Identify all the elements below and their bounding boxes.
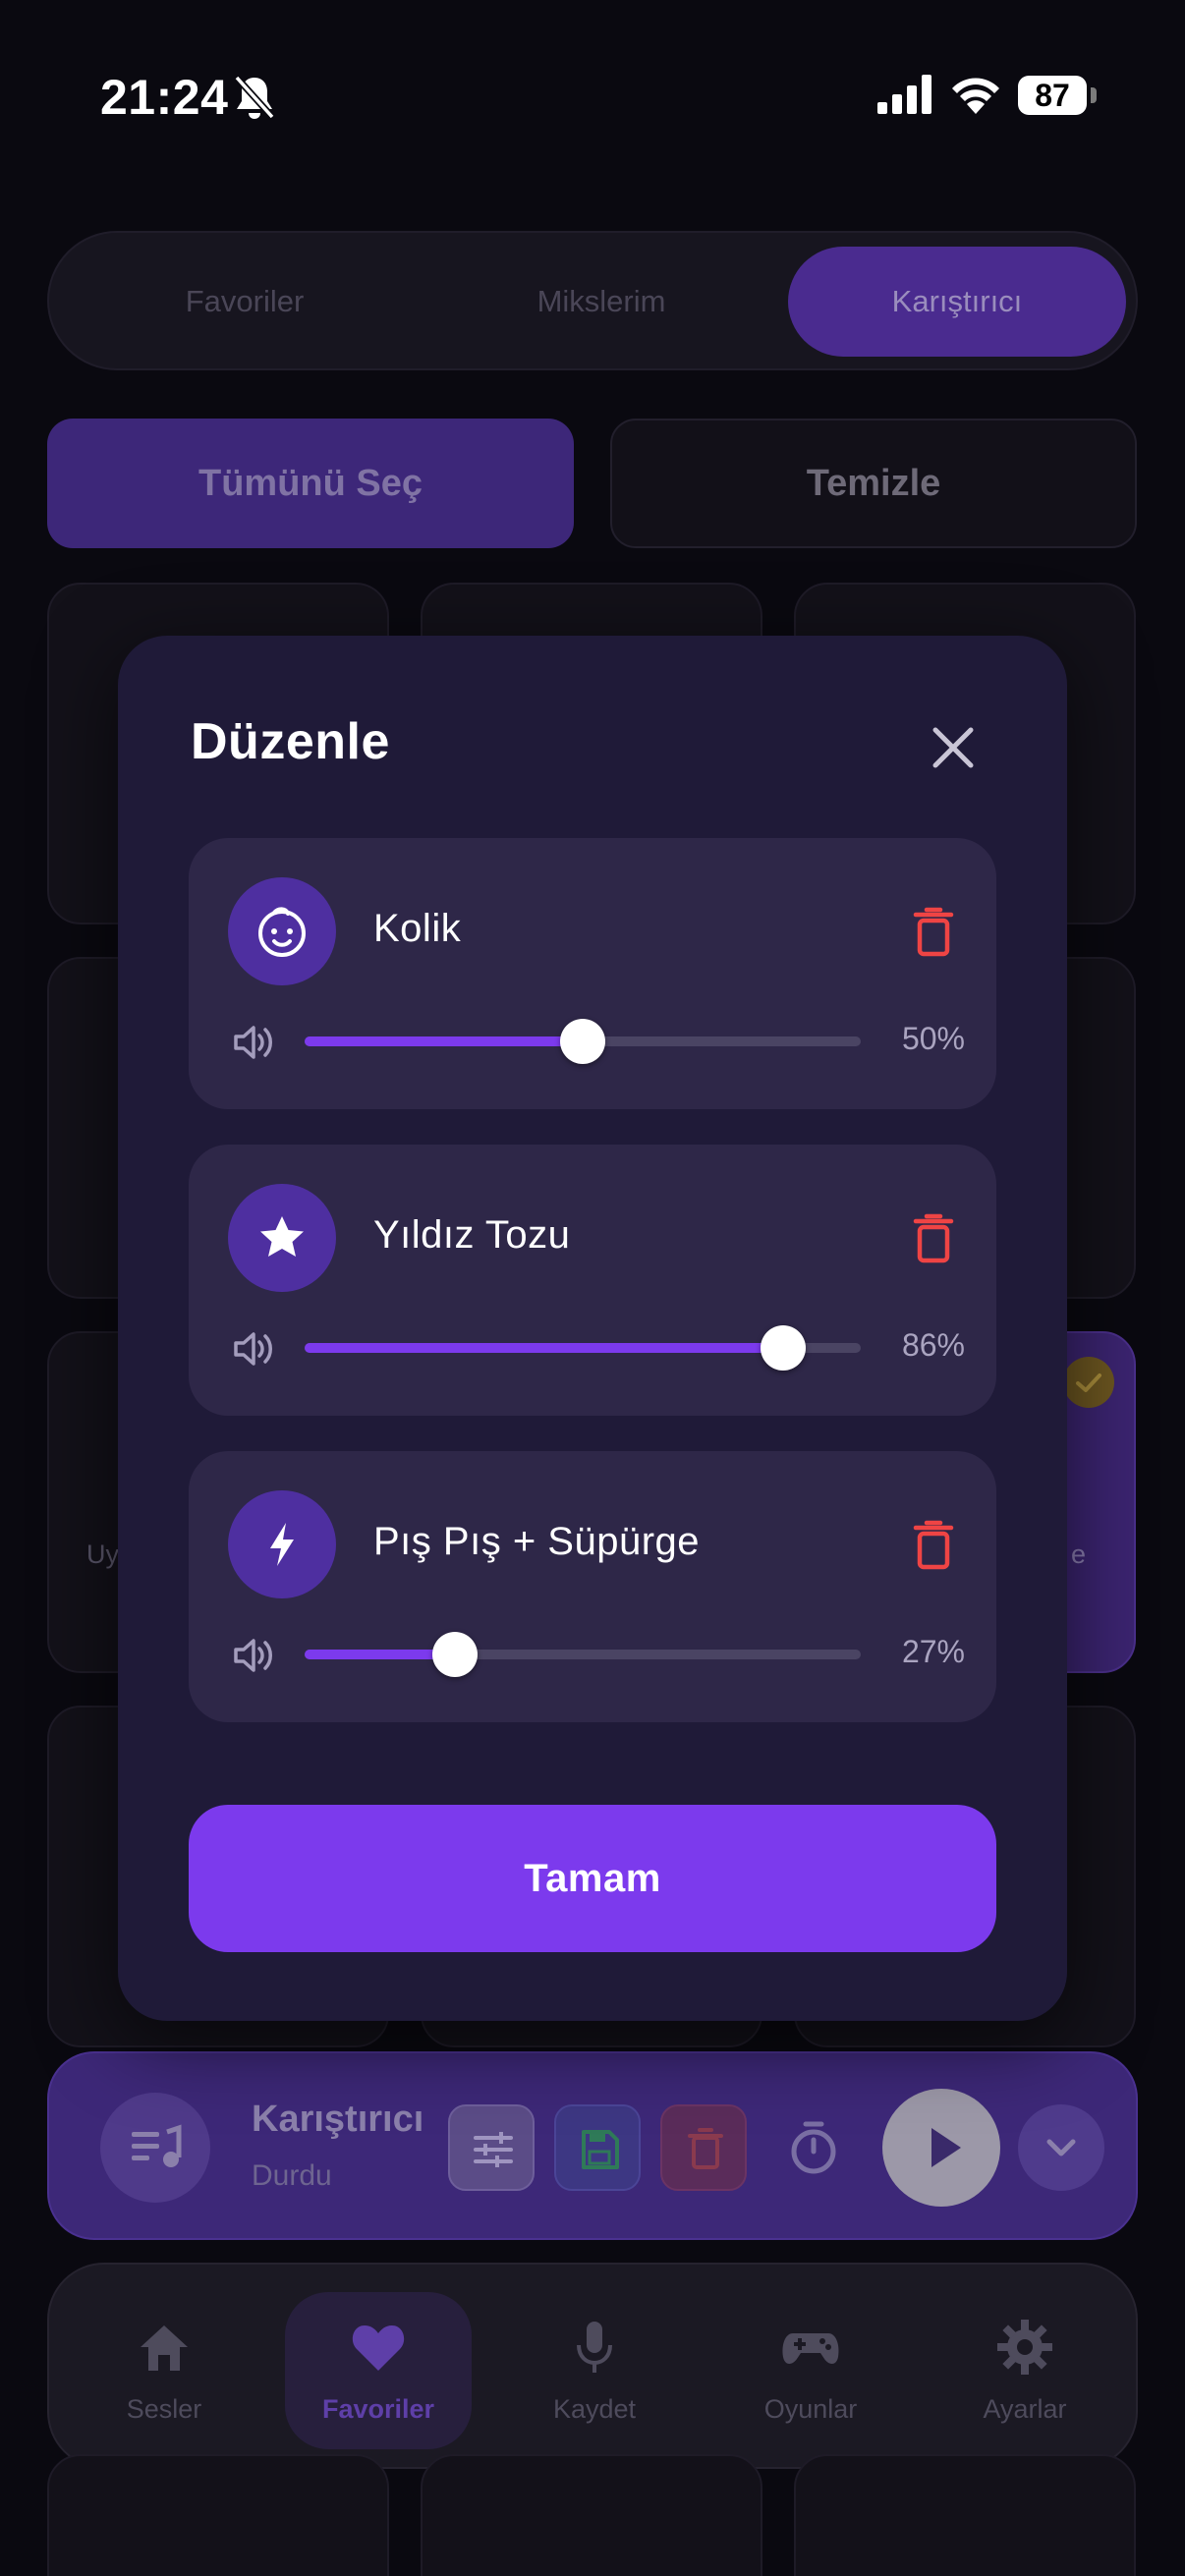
trash-icon[interactable] [912,1520,955,1576]
ok-button[interactable]: Tamam [189,1805,996,1952]
sound-name: Pış Pış + Süpürge [373,1520,701,1563]
trash-icon[interactable] [912,1213,955,1269]
sound-edit-card: Kolik 50% [189,838,996,1109]
sound-edit-card: Yıldız Tozu 86% [189,1145,996,1416]
sound-name: Kolik [373,907,462,950]
close-icon[interactable] [922,716,985,779]
volume-slider-handle[interactable] [760,1325,806,1371]
sound-edit-card: Pış Pış + Süpürge 27% [189,1451,996,1722]
volume-percent: 27% [901,1634,965,1669]
volume-icon [232,1329,277,1373]
volume-icon [232,1023,277,1067]
baby-face-icon [228,877,336,985]
volume-slider[interactable] [305,1325,861,1371]
volume-slider-handle[interactable] [431,1632,478,1677]
bolt-icon [228,1490,336,1598]
volume-slider-fill [305,1036,583,1046]
volume-slider[interactable] [305,1019,861,1064]
modal-title: Düzenle [191,713,390,770]
star-icon [228,1184,336,1292]
volume-icon [232,1636,277,1680]
trash-icon[interactable] [912,907,955,963]
volume-percent: 50% [901,1021,965,1056]
sound-name: Yıldız Tozu [373,1213,571,1257]
edit-modal: Düzenle Kolik 50% Yıldız Tozu 86% Pış Pı… [118,636,1067,2021]
volume-slider-fill [305,1343,783,1353]
volume-percent: 86% [901,1327,965,1363]
volume-slider[interactable] [305,1632,861,1677]
volume-slider-handle[interactable] [560,1019,605,1064]
